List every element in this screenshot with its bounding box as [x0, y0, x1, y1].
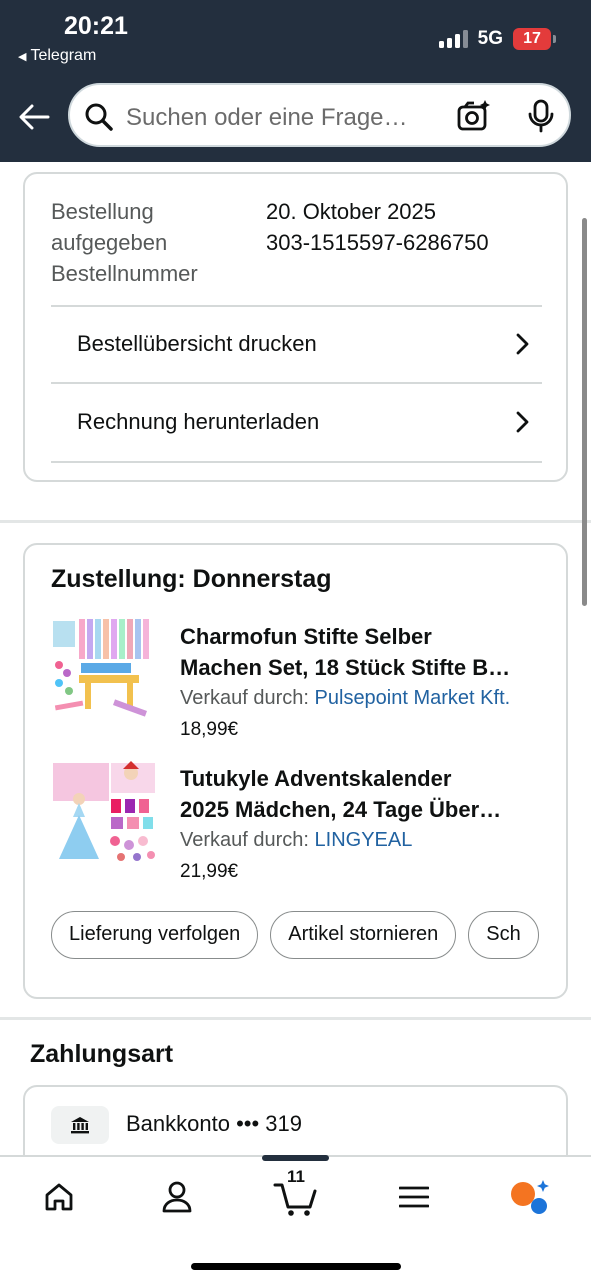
order-values: 20. Oktober 2025 303-1515597-6286750	[266, 196, 489, 258]
track-delivery-button[interactable]: Lieferung verfolgen	[51, 911, 259, 959]
item-title[interactable]: Charmofun Stifte Selber Machen Set, 18 S…	[180, 621, 544, 683]
scrollbar[interactable]	[582, 218, 587, 606]
home-indicator	[191, 1263, 401, 1270]
chevron-right-icon	[516, 333, 529, 355]
tab-cart[interactable]: 11	[266, 1167, 326, 1219]
signal-icon	[438, 30, 468, 48]
item-seller: Verkauf durch: Pulsepoint Market Kft.	[180, 687, 510, 710]
network-label: 5G	[477, 28, 503, 49]
back-button[interactable]	[16, 96, 52, 138]
product-image-advent-calendar[interactable]	[51, 759, 157, 865]
order-item[interactable]: Tutukyle Adventskalender 2025 Mädchen, 2…	[51, 759, 551, 889]
section-separator	[0, 520, 591, 523]
order-date: 20. Oktober 2025	[266, 199, 437, 224]
order-item[interactable]: Charmofun Stifte Selber Machen Set, 18 S…	[51, 617, 551, 747]
battery-level: 17	[523, 30, 541, 47]
bottom-tab-bar: 11	[0, 1155, 591, 1280]
item-seller: Verkauf durch: LINGYEAL	[180, 829, 412, 852]
item-title-line1: Tutukyle Adventskalender	[180, 766, 452, 791]
tab-indicator	[262, 1155, 329, 1161]
battery-icon: 17	[513, 28, 556, 50]
back-to-app-link[interactable]: ◀ Telegram	[18, 47, 96, 65]
order-label-number: Bestellnummer	[51, 261, 198, 286]
status-time: 20:21	[64, 12, 128, 40]
download-invoice-link[interactable]: Rechnung herunterladen	[51, 383, 542, 461]
item-price: 18,99€	[180, 719, 239, 740]
user-icon	[162, 1181, 192, 1213]
seller-link[interactable]: Pulsepoint Market Kft.	[315, 687, 511, 709]
bank-icon	[51, 1106, 109, 1144]
search-bar[interactable]: Suchen oder eine Frage…	[68, 83, 571, 147]
order-info-card: Bestellung aufgegeben Bestellnummer 20. …	[23, 172, 568, 482]
delivery-actions: Lieferung verfolgen Artikel stornieren Sch	[51, 911, 551, 961]
order-label-placed: Bestellung	[51, 199, 154, 224]
item-title-line1: Charmofun Stifte Selber	[180, 624, 432, 649]
status-indicators: 5G 17	[438, 28, 556, 50]
delivery-title: Zustellung: Donnerstag	[51, 565, 332, 593]
section-separator	[0, 1017, 591, 1020]
tab-account[interactable]	[147, 1175, 207, 1219]
print-summary-link[interactable]: Bestellübersicht drucken	[51, 305, 542, 383]
chevron-right-icon	[516, 411, 529, 433]
order-label-placed-2: aufgegeben	[51, 230, 168, 255]
product-image-pens-set[interactable]	[51, 617, 157, 723]
download-invoice-label: Rechnung herunterladen	[77, 409, 320, 434]
divider	[51, 461, 542, 463]
menu-icon	[399, 1186, 429, 1208]
delivery-card: Zustellung: Donnerstag Charmofun Stifte …	[23, 543, 568, 999]
print-summary-label: Bestellübersicht drucken	[77, 331, 317, 356]
seller-prefix: Verkauf durch:	[180, 829, 315, 851]
ai-assistant-icon	[511, 1180, 549, 1214]
more-actions-button[interactable]: Sch	[468, 911, 539, 959]
search-input[interactable]: Suchen oder eine Frage…	[126, 104, 431, 132]
item-title-line2: 2025 Mädchen, 24 Tage Über…	[180, 797, 502, 822]
home-icon	[45, 1183, 73, 1211]
item-title-line2: Machen Set, 18 Stück Stifte B…	[180, 655, 511, 680]
cart-count: 11	[287, 1167, 305, 1186]
order-labels: Bestellung aufgegeben Bestellnummer	[51, 196, 251, 289]
back-app-label: Telegram	[30, 47, 97, 64]
seller-prefix: Verkauf durch:	[180, 687, 315, 709]
cancel-items-button[interactable]: Artikel stornieren	[270, 911, 457, 959]
tab-menu[interactable]	[384, 1175, 444, 1219]
payment-title: Zahlungsart	[30, 1040, 174, 1068]
search-icon	[85, 103, 113, 131]
app-header: 20:21 ◀ Telegram 5G 17 Suchen oder eine …	[0, 0, 591, 162]
camera-search-icon[interactable]	[456, 99, 492, 133]
seller-link[interactable]: LINGYEAL	[315, 829, 413, 851]
item-price: 21,99€	[180, 861, 239, 882]
order-number: 303-1515597-6286750	[266, 230, 489, 255]
arrow-left-icon	[19, 104, 50, 130]
payment-method: Bankkonto ••• 319	[126, 1111, 302, 1136]
microphone-icon[interactable]	[526, 99, 556, 133]
tab-rufus-assistant[interactable]	[500, 1175, 560, 1219]
tab-home[interactable]	[29, 1175, 89, 1219]
back-triangle-icon: ◀	[18, 50, 27, 63]
item-title[interactable]: Tutukyle Adventskalender 2025 Mädchen, 2…	[180, 763, 544, 825]
